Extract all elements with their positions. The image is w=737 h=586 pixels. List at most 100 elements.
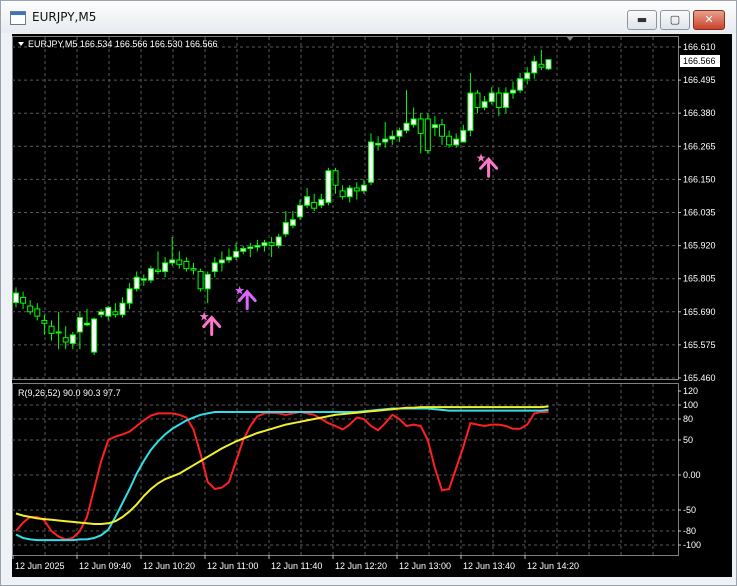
candle-body (211, 262, 218, 273)
candle-body (360, 184, 367, 192)
candle-body (133, 276, 140, 290)
candle-body (218, 259, 225, 264)
candle-body (105, 306, 112, 317)
candle-body (226, 256, 232, 261)
candle-body (289, 219, 296, 226)
candle-body (431, 124, 438, 129)
maximize-button[interactable]: ▢ (660, 10, 690, 30)
candle-body (247, 246, 254, 249)
candle-body (368, 141, 374, 183)
minimize-button[interactable]: ▬ (627, 10, 657, 30)
candle-body (410, 118, 417, 126)
symbol-menu-icon[interactable] (18, 42, 24, 46)
candle-body (62, 337, 69, 343)
candle-body (403, 122, 410, 131)
candle-body (332, 170, 339, 186)
time-axis-label: 12 Jun 13:40 (463, 561, 515, 571)
candle-body (297, 204, 303, 218)
candle-body (304, 196, 311, 206)
chart-window-icon (10, 11, 26, 25)
candle-body (147, 268, 154, 281)
candles (13, 49, 552, 355)
candle-body (55, 331, 62, 334)
time-axis-label: 12 Jun 09:40 (79, 561, 131, 571)
time-axis: 12 Jun 2025 12 Jun 09:40 12 Jun 10:20 12 Ju… (12, 555, 579, 571)
time-axis-label: 12 Jun 12:20 (335, 561, 387, 571)
candle-body (41, 319, 48, 324)
candle-body (91, 318, 98, 353)
price-axis-label: 166.265 (683, 141, 716, 151)
chart-canvas[interactable]: ★★★ 166.610166.495166.380166.265166.1501… (12, 34, 732, 577)
candle-body (382, 138, 389, 143)
candle-body (112, 311, 119, 316)
candle-body (481, 101, 488, 108)
candle-body (474, 92, 481, 108)
candle-body (396, 129, 403, 137)
indicator-series-line (15, 410, 549, 541)
candle-body (375, 142, 382, 146)
indicator-lines (15, 405, 549, 542)
candle-body (460, 129, 467, 143)
candle-body (254, 245, 261, 248)
candle-body (119, 302, 126, 316)
candle-body (169, 259, 176, 264)
candle-body (233, 250, 240, 258)
candle-body (48, 325, 55, 334)
candle-body (488, 92, 495, 103)
candle-body (446, 135, 453, 146)
price-axis-label: 165.690 (683, 307, 716, 317)
window-titlebar[interactable]: EURJPY,M5 ▬ ▢ ✕ (1, 1, 736, 33)
candle-body (467, 92, 474, 131)
indicator-axis-label: -50 (683, 505, 696, 515)
candle-body (495, 92, 502, 108)
time-axis-label: 12 Jun 14:20 (527, 561, 579, 571)
candle-body (155, 269, 161, 273)
candle-body (524, 72, 531, 80)
price-axis-label: 165.460 (683, 373, 716, 383)
candle-body (84, 322, 90, 326)
close-button[interactable]: ✕ (693, 10, 725, 30)
price-grid (12, 36, 679, 380)
price-axis-label: 166.380 (683, 108, 716, 118)
candle-body (531, 60, 538, 74)
price-axis-label: 165.575 (683, 340, 716, 350)
candle-body (268, 242, 275, 247)
price-panel-header: EURJPY,M5 166.534 166.566 166.530 166.56… (28, 39, 217, 49)
price-axis-label: 166.150 (683, 174, 716, 184)
time-axis-label: 12 Jun 13:00 (399, 561, 451, 571)
indicator-axis-label: -80 (683, 526, 696, 536)
candle-body (339, 190, 346, 198)
candle-body (346, 187, 353, 198)
candle-body (538, 63, 545, 68)
signals: ★★★ (199, 151, 499, 337)
candle-body (545, 59, 552, 70)
candle-body (27, 305, 34, 313)
indicator-axis-label: -100 (683, 540, 701, 550)
price-panel-frame (12, 36, 679, 380)
price-axis-label: 165.805 (683, 274, 716, 284)
price-axis-label: 166.610 (683, 42, 716, 52)
candle-body (502, 92, 509, 108)
candle-body (275, 236, 282, 247)
candle-body (353, 187, 360, 192)
chart-area[interactable]: ★ ★ ★ 166.610 166.495 166.380 166.265 166.150 1… (12, 34, 732, 577)
indicator-axis-label: 100 (683, 400, 698, 410)
candle-body (183, 260, 190, 270)
candle-body (190, 268, 197, 271)
indicator-axis-label: 0.00 (683, 470, 701, 480)
price-axis-label: 166.035 (683, 208, 716, 218)
candle-body (162, 262, 169, 273)
indicator-axis-label: 80 (683, 414, 693, 424)
candle-body (325, 170, 332, 203)
candle-body (204, 273, 211, 290)
chart-window: EURJPY,M5 ▬ ▢ ✕ ★ ★ ★ 166.610 166.495 166.38… (0, 0, 737, 586)
window-title: EURJPY,M5 (32, 10, 97, 24)
candle-body (69, 334, 76, 344)
candle-body (453, 138, 460, 146)
candle-body (140, 278, 147, 281)
candle-body (510, 89, 516, 94)
candle-body (424, 118, 431, 152)
chart-shift-icon[interactable] (566, 36, 574, 41)
price-axis-label: 165.920 (683, 241, 716, 251)
indicator-panel-frame (12, 383, 679, 556)
